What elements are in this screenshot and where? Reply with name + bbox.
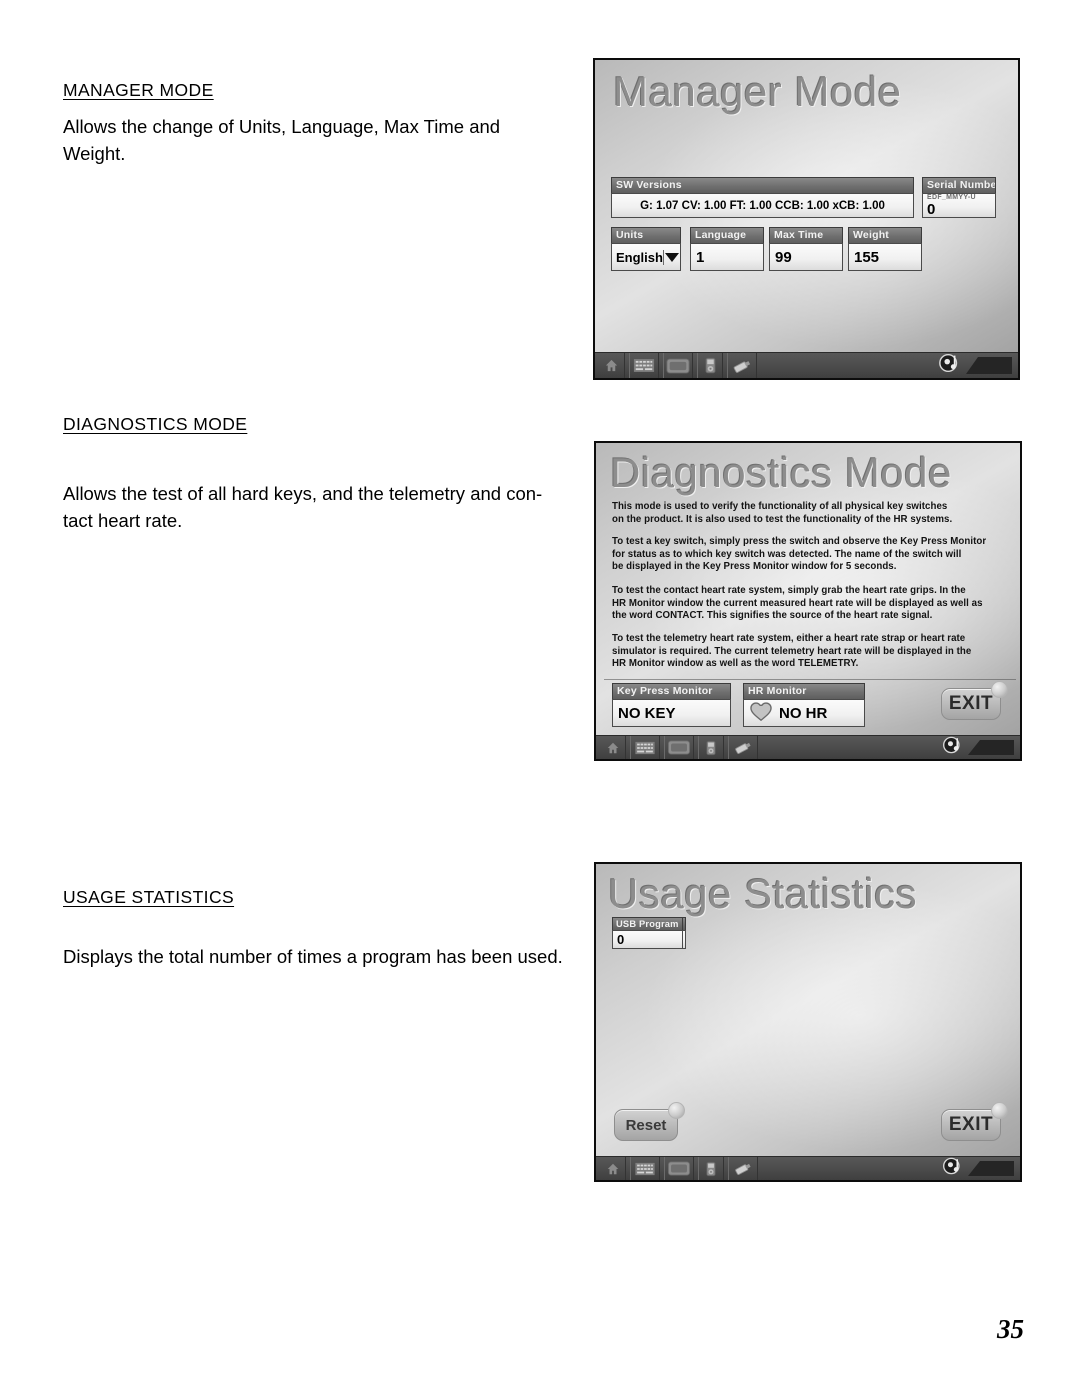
max-time-label: Max Time (769, 227, 843, 243)
units-value: English (616, 249, 663, 265)
tv-screen-icon[interactable] (664, 736, 694, 759)
taskbar (596, 1156, 1020, 1180)
sw-versions-value: G: 1.07 CV: 1.00 FT: 1.00 CCB: 1.00 xCB:… (611, 193, 914, 218)
diagnostics-paragraph-3: To test the contact heart rate system, s… (612, 585, 983, 622)
diagnostics-mode-title: Diagnostics Mode (610, 449, 952, 496)
stat-cell: USB Program 0 (612, 917, 683, 949)
headphone-music-icon[interactable] (938, 351, 962, 378)
units-field: Units English (611, 227, 681, 271)
hr-monitor-field: HR Monitor NO HR (743, 683, 865, 727)
exit-button[interactable]: EXIT (941, 681, 1008, 720)
ipod-icon[interactable] (697, 353, 723, 378)
serial-number-value: 0 (927, 201, 936, 218)
sw-versions-field: SW Versions G: 1.07 CV: 1.00 FT: 1.00 CC… (611, 177, 914, 218)
diagnostics-paragraph-4: To test the telemetry heart rate system,… (612, 633, 972, 670)
chevron-down-icon[interactable] (662, 249, 680, 265)
headphone-music-icon[interactable] (942, 1155, 964, 1180)
weight-value[interactable]: 155 (848, 243, 922, 271)
volume-level-indicator[interactable] (968, 740, 1014, 755)
section-body-usage-statistics: Displays the total number of times a pro… (63, 946, 563, 967)
volume-control[interactable] (942, 1155, 1014, 1180)
keypad-icon[interactable] (629, 353, 659, 378)
max-time-value[interactable]: 99 (769, 243, 843, 271)
button-knob-icon (668, 1102, 685, 1119)
volume-control[interactable] (942, 734, 1014, 759)
key-press-monitor-value: NO KEY (612, 699, 731, 727)
manager-mode-screenshot: Manager Mode SW Versions G: 1.07 CV: 1.0… (593, 58, 1020, 380)
section-heading-manager-mode: MANAGER MODE (63, 80, 214, 100)
tv-screen-icon[interactable] (663, 353, 693, 378)
button-knob-icon (991, 1102, 1008, 1119)
volume-level-indicator[interactable] (968, 1161, 1014, 1176)
weight-field: Weight 155 (848, 227, 922, 271)
heart-icon (749, 701, 773, 726)
stat-label: USB Program (612, 917, 683, 930)
section-heading-diagnostics-mode: DIAGNOSTICS MODE (63, 414, 248, 434)
section-body-diagnostics-mode: Allows the test of all hard keys, and th… (63, 483, 543, 531)
section-body-manager-mode: Allows the change of Units, Language, Ma… (63, 116, 501, 164)
stat-value: 0 (612, 930, 683, 949)
volume-control[interactable] (938, 351, 1012, 378)
usb-drive-icon[interactable] (727, 353, 757, 378)
diagnostics-paragraph-2: To test a key switch, simply press the s… (612, 536, 987, 573)
button-knob-icon (991, 681, 1008, 698)
section-heading-usage-statistics: USAGE STATISTICS (63, 887, 235, 907)
manager-mode-title: Manager Mode (613, 68, 902, 115)
exit-button-label: EXIT (948, 1114, 994, 1135)
serial-number-field: Serial Number EDF_MMYY-U 0 (922, 177, 996, 218)
reset-button-label: Reset (625, 1116, 667, 1134)
keypad-icon[interactable] (630, 1157, 660, 1180)
diagnostics-mode-screenshot: Diagnostics Mode This mode is used to ve… (594, 441, 1022, 761)
headphone-music-icon[interactable] (942, 734, 964, 759)
serial-number-label: Serial Number (922, 177, 996, 193)
language-value[interactable]: 1 (690, 243, 764, 271)
page-number: 35 (997, 1314, 1024, 1344)
volume-level-indicator[interactable] (966, 357, 1012, 374)
usage-statistics-screenshot: Usage Statistics Quick Start0 Warm Up0 B… (594, 862, 1022, 1182)
usb-drive-icon[interactable] (728, 1157, 758, 1180)
language-label: Language (690, 227, 764, 243)
taskbar (596, 735, 1020, 759)
hr-monitor-label: HR Monitor (743, 683, 865, 699)
weight-label: Weight (848, 227, 922, 243)
usage-statistics-title: Usage Statistics (608, 870, 918, 917)
exit-button[interactable]: EXIT (941, 1102, 1008, 1141)
units-select[interactable]: English (611, 243, 681, 271)
ipod-icon[interactable] (698, 736, 724, 759)
ipod-icon[interactable] (698, 1157, 724, 1180)
tv-screen-icon[interactable] (664, 1157, 694, 1180)
home-icon[interactable] (600, 1157, 626, 1180)
serial-number-value-box[interactable]: EDF_MMYY-U 0 (922, 193, 996, 218)
keypad-icon[interactable] (630, 736, 660, 759)
taskbar (595, 352, 1018, 378)
diagnostics-paragraph-1: This mode is used to verify the function… (612, 501, 953, 525)
usb-drive-icon[interactable] (728, 736, 758, 759)
language-field: Language 1 (690, 227, 764, 271)
key-press-monitor-field: Key Press Monitor NO KEY (612, 683, 731, 727)
exit-button-label: EXIT (948, 693, 994, 714)
home-icon[interactable] (600, 736, 626, 759)
home-icon[interactable] (599, 353, 625, 378)
max-time-field: Max Time 99 (769, 227, 843, 271)
reset-button[interactable]: Reset (614, 1102, 685, 1141)
hr-monitor-value-box: NO HR (743, 699, 865, 727)
key-press-monitor-label: Key Press Monitor (612, 683, 731, 699)
sw-versions-label: SW Versions (611, 177, 914, 193)
hr-monitor-value: NO HR (779, 704, 828, 722)
divider (604, 679, 1016, 680)
units-label: Units (611, 227, 681, 243)
